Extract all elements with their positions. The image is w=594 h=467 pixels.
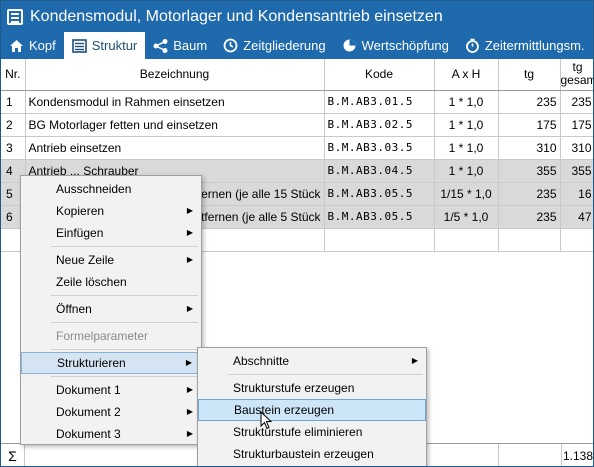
menu-item-dokument-2[interactable]: Dokument 2 ▶: [21, 401, 201, 423]
menu-separator: [51, 246, 198, 247]
mouse-cursor-icon: [260, 410, 274, 431]
submenu-arrow-icon: ▶: [186, 304, 193, 313]
cell-tg[interactable]: 175: [498, 113, 561, 137]
cell-nr[interactable]: 3: [1, 136, 26, 160]
submenu-item-strukturbaustein-erzeugen[interactable]: Strukturbaustein erzeugen: [198, 443, 426, 465]
cell-tg-gesamt[interactable]: 355: [560, 159, 593, 183]
column-header-tg[interactable]: tg: [498, 59, 561, 91]
column-header-kode[interactable]: Kode: [324, 59, 435, 91]
cell-tg[interactable]: 310: [498, 136, 561, 160]
cell-tg-gesamt[interactable]: 47: [560, 205, 593, 229]
clock-icon: [223, 38, 238, 53]
tree-share-icon: [153, 38, 168, 53]
submenu-arrow-icon: ▶: [186, 228, 193, 237]
cell-axh[interactable]: 1/15 * 1,0: [434, 182, 499, 206]
menu-item-oeffnen[interactable]: Öffnen ▶: [21, 298, 201, 320]
title-bar: Kondensmodul, Motorlager und Kondensantr…: [1, 1, 593, 32]
menu-separator: [228, 374, 423, 375]
table-row[interactable]: 2 BG Motorlager fetten und einsetzen B.M…: [1, 113, 593, 137]
tab-struktur[interactable]: Struktur: [63, 32, 146, 59]
submenu-arrow-icon: ▶: [186, 206, 193, 215]
cell-tg-gesamt[interactable]: 235: [560, 90, 593, 114]
submenu-item-baustein-erzeugen[interactable]: Baustein erzeugen: [198, 399, 426, 421]
menu-item-dokument-1[interactable]: Dokument 1 ▶: [21, 379, 201, 401]
cell-axh[interactable]: 1 * 1,0: [434, 159, 499, 183]
tab-label: Kopf: [29, 38, 56, 53]
home-icon: [9, 38, 24, 53]
menu-separator: [51, 295, 198, 296]
sum-symbol: Σ: [1, 443, 25, 466]
cell-axh[interactable]: 1 * 1,0: [434, 90, 499, 114]
menu-item-formelparameter[interactable]: Formelparameter: [21, 325, 201, 347]
menu-item-kopieren[interactable]: Kopieren ▶: [21, 200, 201, 222]
submenu-arrow-icon: ▶: [186, 407, 193, 416]
menu-item-dokument-3[interactable]: Dokument 3 ▶: [21, 423, 201, 445]
submenu-item-abschnitte[interactable]: Abschnitte ▶: [198, 350, 426, 372]
cell-axh[interactable]: 1 * 1,0: [434, 136, 499, 160]
context-menu: Ausschneiden Kopieren ▶ Einfügen ▶ Neue Ze…: [20, 175, 202, 445]
column-header-tg-gesamt[interactable]: tggesamt: [560, 59, 593, 91]
cell-tg-gesamt[interactable]: 16: [560, 182, 593, 206]
column-header-bezeichnung[interactable]: Bezeichnung: [25, 59, 325, 91]
submenu-arrow-icon: ▶: [186, 429, 193, 438]
cell-tg[interactable]: 235: [498, 182, 561, 206]
submenu-item-strukturstufe-erzeugen[interactable]: Strukturstufe erzeugen: [198, 377, 426, 399]
menu-item-zeile-loeschen[interactable]: Zeile löschen: [21, 271, 201, 293]
tab-label: Wertschöpfung: [361, 38, 449, 53]
application-window: Kondensmodul, Motorlager und Kondensantr…: [0, 0, 594, 467]
cell-bezeichnung[interactable]: Kondensmodul in Rahmen einsetzen: [25, 90, 325, 114]
cell-axh[interactable]: 1/5 * 1,0: [434, 205, 499, 229]
menu-separator: [51, 322, 198, 323]
cell-bezeichnung[interactable]: Antrieb einsetzen: [25, 136, 325, 160]
cell-bezeichnung[interactable]: BG Motorlager fetten und einsetzen: [25, 113, 325, 137]
menu-item-ausschneiden[interactable]: Ausschneiden: [21, 178, 201, 200]
cell-nr[interactable]: 1: [1, 90, 26, 114]
tab-label: Zeitermittlungsm.: [484, 38, 585, 53]
cell-kode[interactable]: B.M.AB3.04.5: [324, 159, 435, 183]
cell-kode[interactable]: B.M.AB3.02.5: [324, 113, 435, 137]
menu-separator: [51, 376, 198, 377]
table-row[interactable]: 3 Antrieb einsetzen B.M.AB3.03.5 1 * 1,0…: [1, 136, 593, 160]
cell-kode[interactable]: B.M.AB3.03.5: [324, 136, 435, 160]
submenu-arrow-icon: ▶: [185, 358, 192, 367]
tab-bar: Kopf Struktur Baum Zeitgliederung Wertsc…: [1, 32, 593, 59]
pie-chart-icon: [342, 38, 357, 53]
submenu-arrow-icon: ▶: [186, 255, 193, 264]
cell-kode[interactable]: B.M.AB3.05.5: [324, 182, 435, 206]
tab-label: Zeitgliederung: [243, 38, 326, 53]
table-header-row: Nr. Bezeichnung Kode A x H tg tggesamt: [1, 59, 593, 91]
cell-kode[interactable]: B.M.AB3.01.5: [324, 90, 435, 114]
menu-item-einfuegen[interactable]: Einfügen ▶: [21, 222, 201, 244]
menu-item-strukturieren[interactable]: Strukturieren ▶: [21, 352, 201, 374]
window-title: Kondensmodul, Motorlager und Kondensantr…: [30, 7, 443, 25]
tab-kopf[interactable]: Kopf: [1, 32, 64, 59]
menu-item-neue-zeile[interactable]: Neue Zeile ▶: [21, 249, 201, 271]
tab-zeitermittlungsm[interactable]: Zeitermittlungsm.: [457, 32, 593, 59]
sum-value: 1.138: [561, 444, 593, 466]
stopwatch-icon: [465, 38, 480, 53]
cell-tg-gesamt[interactable]: 310: [560, 136, 593, 160]
column-header-nr[interactable]: Nr.: [1, 59, 26, 91]
cell-nr[interactable]: 2: [1, 113, 26, 137]
cell-kode[interactable]: B.M.AB3.05.5: [324, 205, 435, 229]
tab-label: Baum: [173, 38, 208, 53]
cell-axh[interactable]: 1 * 1,0: [434, 113, 499, 137]
document-list-icon: [7, 8, 23, 25]
cell-tg-gesamt[interactable]: 175: [560, 113, 593, 137]
submenu-arrow-icon: ▶: [186, 385, 193, 394]
strukturieren-submenu: Abschnitte ▶ Strukturstufe erzeugen Baust…: [197, 347, 427, 466]
column-header-axh[interactable]: A x H: [434, 59, 499, 91]
cell-tg[interactable]: 235: [498, 205, 561, 229]
cell-tg[interactable]: 355: [498, 159, 561, 183]
tab-zeitgliederung[interactable]: Zeitgliederung: [215, 32, 333, 59]
submenu-arrow-icon: ▶: [411, 356, 418, 365]
submenu-item-strukturstufe-eliminieren[interactable]: Strukturstufe eliminieren: [198, 421, 426, 443]
tab-label: Struktur: [91, 38, 138, 53]
table-row[interactable]: 1 Kondensmodul in Rahmen einsetzen B.M.A…: [1, 90, 593, 114]
tab-wertschoepfung[interactable]: Wertschöpfung: [334, 32, 457, 59]
tab-baum[interactable]: Baum: [145, 32, 215, 59]
cell-tg[interactable]: 235: [498, 90, 561, 114]
structure-icon: [71, 38, 87, 53]
menu-separator: [51, 349, 198, 350]
